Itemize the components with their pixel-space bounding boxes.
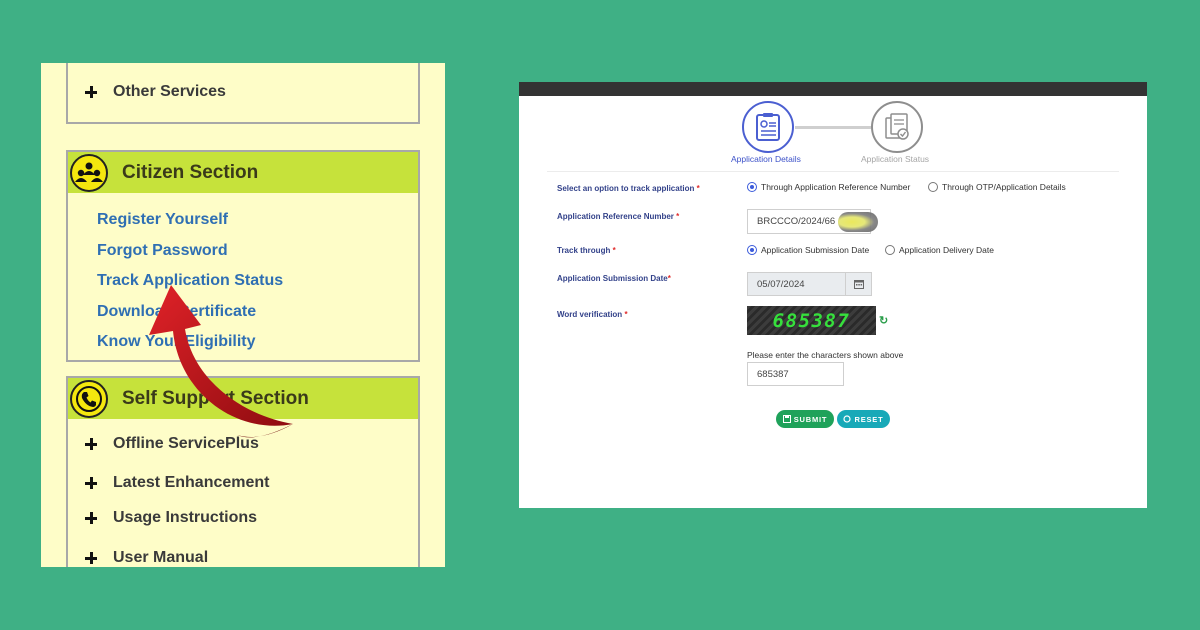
menu-item-label: Usage Instructions	[113, 509, 258, 526]
submission-date-label: Application Submission Date*	[557, 274, 671, 283]
captcha-input[interactable]: 685387	[747, 362, 844, 386]
step-application-status[interactable]	[871, 101, 923, 153]
menu-item-label: Latest Enhancement	[113, 474, 270, 491]
reset-icon	[843, 415, 852, 423]
window-top-bar	[519, 82, 1147, 96]
people-group-icon	[70, 153, 108, 192]
track-application-form: Application Details Application Status S…	[519, 82, 1147, 508]
document-clipboard-icon	[756, 113, 780, 141]
other-services-box: Other Services	[66, 63, 420, 124]
radio-selected-indicator	[747, 245, 757, 255]
step-application-details[interactable]	[742, 101, 794, 153]
citizen-section-header: Citizen Section	[68, 152, 418, 193]
self-support-section-header: Self Support Section	[68, 378, 418, 419]
self-support-section: Self Support Section Offline ServicePlus…	[66, 376, 420, 567]
calendar-icon[interactable]	[845, 273, 871, 295]
section-title: Citizen Section	[122, 161, 259, 183]
submission-date-input[interactable]: 05/07/2024	[747, 272, 872, 296]
captcha-hint: Please enter the characters shown above	[747, 350, 904, 360]
refresh-captcha-icon[interactable]: ↻	[879, 314, 888, 327]
link-register-yourself[interactable]: Register Yourself	[97, 210, 283, 241]
service-menu-panel: Other Services Citizen Section Register …	[41, 63, 445, 567]
link-forgot-password[interactable]: Forgot Password	[97, 241, 283, 272]
radio-submission-date[interactable]: Application Submission Date	[747, 245, 869, 255]
track-option-label: Select an option to track application *	[557, 184, 700, 193]
menu-item-usage-instructions[interactable]: Usage Instructions	[85, 509, 257, 527]
plus-icon	[85, 438, 97, 450]
citizen-links: Register Yourself Forgot Password Track …	[97, 210, 283, 363]
phone-support-icon	[70, 379, 108, 418]
step-connector	[795, 126, 871, 129]
step-label-application-details: Application Details	[731, 154, 801, 164]
reset-button[interactable]: RESET	[837, 410, 890, 428]
menu-item-other-services[interactable]: Other Services	[85, 83, 226, 101]
word-verification-label: Word verification *	[557, 310, 628, 319]
redaction-smudge	[838, 212, 878, 232]
menu-item-label: Offline ServicePlus	[113, 435, 259, 452]
menu-item-label: Other Services	[113, 83, 226, 100]
menu-item-label: User Manual	[113, 549, 209, 566]
link-track-application-status[interactable]: Track Application Status	[97, 271, 283, 302]
menu-item-user-manual[interactable]: User Manual	[85, 549, 208, 567]
radio-delivery-date[interactable]: Application Delivery Date	[885, 245, 994, 255]
plus-icon	[85, 86, 97, 98]
radio-selected-indicator	[747, 182, 757, 192]
citizen-section: Citizen Section Register Yourself Forgot…	[66, 150, 420, 362]
radio-reference-number[interactable]: Through Application Reference Number	[747, 182, 910, 192]
track-through-label: Track through *	[557, 246, 616, 255]
plus-icon	[85, 477, 97, 489]
link-download-certificate[interactable]: Download Certificate	[97, 302, 283, 333]
step-label-application-status: Application Status	[861, 154, 930, 164]
submit-button[interactable]: SUBMIT	[776, 410, 834, 428]
radio-otp-details[interactable]: Through OTP/Application Details	[928, 182, 1066, 192]
plus-icon	[85, 552, 97, 564]
captcha-image: 685387	[747, 306, 876, 335]
save-icon	[782, 415, 791, 423]
reference-number-label: Application Reference Number *	[557, 212, 680, 221]
plus-icon	[85, 512, 97, 524]
radio-unselected-indicator	[885, 245, 895, 255]
status-documents-icon	[885, 113, 909, 140]
section-title: Self Support Section	[122, 387, 309, 409]
menu-item-latest-enhancement[interactable]: Latest Enhancement	[85, 474, 269, 492]
section-divider	[547, 171, 1119, 172]
radio-unselected-indicator	[928, 182, 938, 192]
link-know-your-eligibility[interactable]: Know Your Eligibility	[97, 332, 283, 363]
menu-item-offline-serviceplus[interactable]: Offline ServicePlus	[85, 435, 259, 453]
